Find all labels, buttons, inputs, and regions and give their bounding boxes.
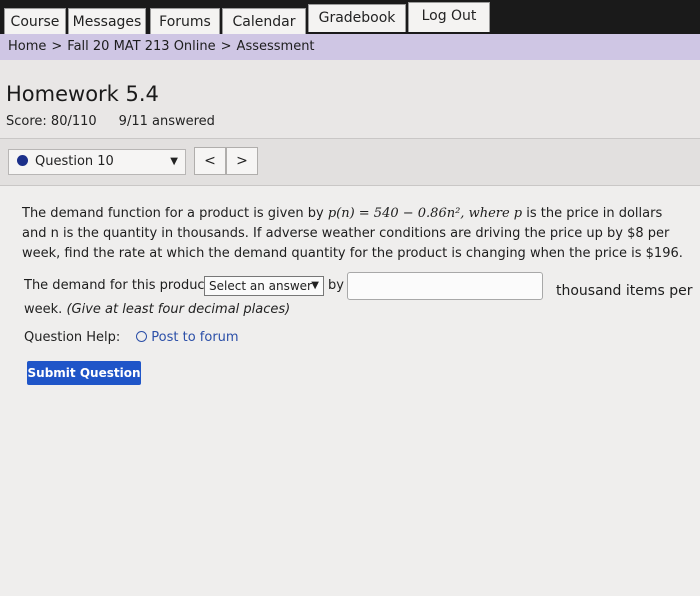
precision-hint: (Give at least four decimal places) — [66, 302, 291, 317]
breadcrumb: Home > Fall 20 MAT 213 Online > Assessment — [0, 34, 700, 60]
answered-count: 9/11 answered — [118, 114, 215, 129]
next-question-button[interactable]: > — [226, 147, 258, 175]
tab-calendar[interactable]: Calendar — [222, 8, 306, 34]
answer-direction-select[interactable]: Select an answer ▼ — [204, 276, 324, 296]
week-line: week. (Give at least four decimal places… — [24, 302, 290, 317]
answer-direction-value: Select an answer — [209, 279, 312, 293]
score-text: Score: 80/110 — [6, 114, 97, 129]
tab-messages[interactable]: Messages — [68, 8, 146, 34]
post-to-forum-link[interactable]: Post to forum — [151, 330, 238, 345]
problem-intro: The demand function for a product is giv… — [22, 206, 328, 221]
tab-course[interactable]: Course — [4, 8, 66, 34]
problem-statement: The demand function for a product is giv… — [22, 204, 690, 264]
tab-gradebook[interactable]: Gradebook — [308, 4, 406, 32]
caret-down-icon: ▼ — [170, 156, 178, 167]
question-nav-bar: Question 10 ▼ < > — [0, 138, 700, 186]
question-help-label: Question Help: — [24, 330, 121, 345]
top-nav: Course Messages Forums Calendar Gradeboo… — [0, 0, 700, 36]
breadcrumb-separator: > — [51, 39, 63, 54]
chevron-down-icon: ▼ — [311, 280, 319, 291]
breadcrumb-separator: > — [220, 39, 232, 54]
breadcrumb-home[interactable]: Home — [8, 39, 46, 54]
demand-formula: p(n) = 540 − 0.86n², where p — [327, 206, 523, 221]
prev-question-button[interactable]: < — [194, 147, 226, 175]
question-select[interactable]: Question 10 ▼ — [8, 149, 186, 175]
question-select-label: Question 10 — [35, 154, 114, 169]
question-help: Question Help: Post to forum — [24, 330, 239, 345]
submit-question-button[interactable]: Submit Question — [27, 361, 141, 385]
breadcrumb-current: Assessment — [236, 39, 315, 54]
units-label: thousand items per — [556, 283, 693, 299]
tab-forums[interactable]: Forums — [150, 8, 220, 34]
rate-answer-input[interactable] — [347, 272, 543, 300]
speech-bubble-icon — [136, 331, 148, 342]
page-title: Homework 5.4 — [6, 82, 159, 106]
breadcrumb-course[interactable]: Fall 20 MAT 213 Online — [67, 39, 215, 54]
question-content: The demand function for a product is giv… — [0, 186, 700, 596]
status-dot-icon — [17, 155, 28, 166]
answer-prefix: The demand for this product is — [24, 278, 225, 293]
week-label: week. — [24, 302, 63, 317]
score-summary: Score: 80/110 9/11 answered — [6, 114, 215, 129]
by-label: by — [328, 278, 344, 293]
tab-logout[interactable]: Log Out — [408, 2, 490, 32]
